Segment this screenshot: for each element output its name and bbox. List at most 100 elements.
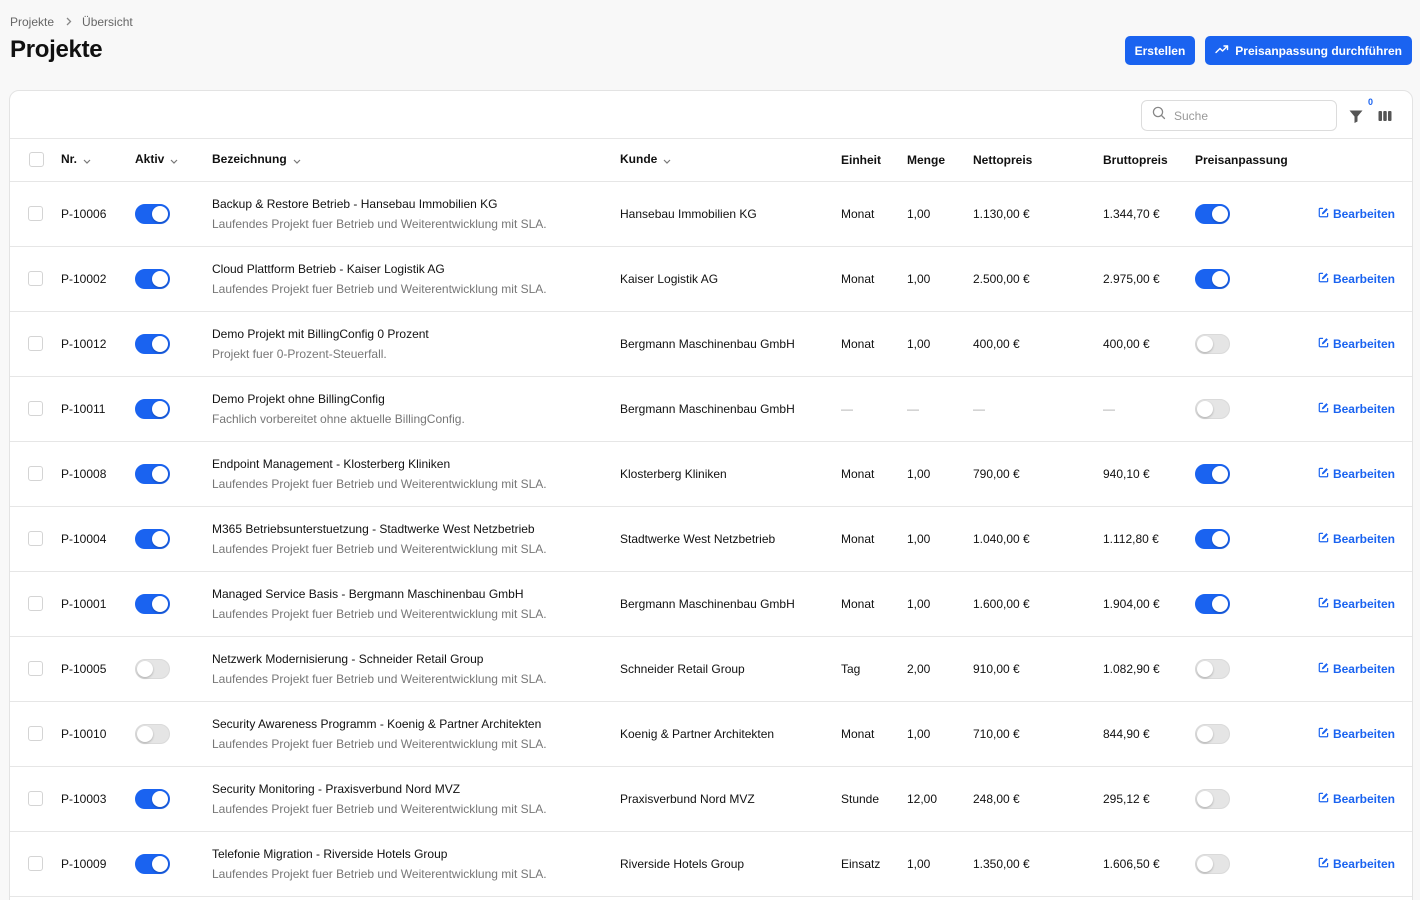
row-checkbox[interactable]: [28, 531, 43, 546]
preisanpassung-toggle[interactable]: [1195, 853, 1230, 874]
price-adjustment-button[interactable]: Preisanpassung durchführen: [1205, 36, 1412, 65]
search-input[interactable]: [1174, 108, 1324, 123]
row-checkbox[interactable]: [28, 401, 43, 416]
edit-button[interactable]: Bearbeiten: [1315, 467, 1412, 481]
edit-icon: [1318, 857, 1329, 871]
project-title: Netzwerk Modernisierung - Schneider Reta…: [212, 651, 484, 666]
project-number: P-10002: [61, 246, 135, 312]
column-header-nr[interactable]: Nr.: [61, 139, 135, 182]
table-row[interactable]: P-10012 Demo Projekt mit BillingConfig 0 …: [10, 311, 1412, 377]
preisanpassung-toggle[interactable]: [1195, 333, 1230, 354]
edit-button-label: Bearbeiten: [1332, 856, 1395, 871]
row-checkbox[interactable]: [28, 271, 43, 286]
edit-button[interactable]: Bearbeiten: [1315, 661, 1412, 676]
customer-name: Bergmann Maschinenbau GmbH: [620, 376, 841, 442]
project-number: P-10003: [61, 766, 135, 832]
select-all-checkbox[interactable]: [29, 152, 44, 168]
edit-button[interactable]: Bearbeiten: [1315, 596, 1412, 611]
row-checkbox[interactable]: [28, 661, 43, 676]
aktiv-toggle[interactable]: [135, 398, 170, 419]
breadcrumb-root[interactable]: Projekte: [10, 15, 54, 29]
edit-button[interactable]: Bearbeiten: [1315, 792, 1412, 806]
table-row[interactable]: P-10004 M365 Betriebsunterstuetzung - Sta…: [10, 506, 1412, 572]
table-row[interactable]: P-10011 Demo Projekt ohne BillingConfig Fa…: [10, 376, 1412, 442]
row-checkbox[interactable]: [28, 856, 43, 871]
table-row[interactable]: P-10001 Managed Service Basis - Bergmann …: [10, 571, 1412, 637]
aktiv-toggle[interactable]: [135, 723, 170, 744]
chevron-right-icon: [66, 14, 72, 29]
table-row[interactable]: P-10009 Telefonie Migration - Riverside H…: [10, 831, 1412, 897]
project-title: M365 Betriebsunterstuetzung - Stadtwerke…: [212, 521, 535, 536]
column-header-aktiv[interactable]: Aktiv: [135, 139, 212, 182]
aktiv-toggle[interactable]: [135, 658, 170, 679]
table-header-row: Nr. Aktiv Bezeichnung Kunde Einheit Meng…: [10, 139, 1412, 182]
aktiv-toggle[interactable]: [135, 853, 170, 874]
aktiv-toggle[interactable]: [135, 333, 170, 354]
aktiv-toggle[interactable]: [135, 593, 170, 614]
edit-button[interactable]: Bearbeiten: [1315, 402, 1412, 416]
quantity: 1,00: [907, 181, 973, 247]
row-checkbox[interactable]: [28, 206, 43, 221]
customer-name: Praxisverbund Nord MVZ: [620, 766, 841, 832]
aktiv-toggle[interactable]: [135, 268, 170, 289]
edit-button[interactable]: Bearbeiten: [1315, 337, 1412, 351]
gross-price: 400,00 €: [1103, 311, 1195, 377]
project-description: Laufendes Projekt fuer Betrieb und Weite…: [212, 541, 547, 556]
preisanpassung-toggle[interactable]: [1195, 788, 1230, 809]
trending-up-icon: [1215, 42, 1229, 59]
edit-button-label: Bearbeiten: [1332, 661, 1395, 676]
column-header-bezeichnung[interactable]: Bezeichnung: [212, 139, 620, 182]
table-row[interactable]: P-10006 Backup & Restore Betrieb - Hanseb…: [10, 181, 1412, 247]
edit-button[interactable]: Bearbeiten: [1315, 727, 1412, 741]
row-checkbox[interactable]: [28, 466, 43, 481]
row-checkbox[interactable]: [28, 726, 43, 741]
aktiv-toggle[interactable]: [135, 463, 170, 484]
search-box[interactable]: [1141, 100, 1337, 131]
gross-price: 2.975,00 €: [1103, 246, 1195, 312]
filter-icon[interactable]: [1348, 108, 1364, 124]
project-number: P-10005: [61, 636, 135, 702]
breadcrumb-current: Übersicht: [82, 14, 133, 29]
preisanpassung-toggle[interactable]: [1195, 593, 1230, 614]
column-header-kunde[interactable]: Kunde: [620, 139, 841, 182]
customer-name: Klosterberg Kliniken: [620, 441, 841, 507]
aktiv-toggle[interactable]: [135, 203, 170, 224]
project-description: Laufendes Projekt fuer Betrieb und Weite…: [212, 866, 547, 881]
table-row[interactable]: P-10010 Security Awareness Programm - Koe…: [10, 701, 1412, 767]
project-description: Laufendes Projekt fuer Betrieb und Weite…: [212, 216, 547, 231]
table-row[interactable]: P-10002 Cloud Plattform Betrieb - Kaiser …: [10, 246, 1412, 312]
create-button-label: Erstellen: [1134, 43, 1186, 58]
quantity: 1,00: [907, 311, 973, 377]
row-checkbox[interactable]: [28, 336, 43, 351]
create-button[interactable]: Erstellen: [1124, 36, 1196, 65]
edit-button[interactable]: Bearbeiten: [1315, 272, 1412, 286]
project-description: Laufendes Projekt fuer Betrieb und Weite…: [212, 671, 547, 686]
table-row[interactable]: P-10005 Netzwerk Modernisierung - Schneid…: [10, 636, 1412, 702]
columns-icon[interactable]: [1377, 108, 1393, 124]
table-row[interactable]: P-10003 Security Monitoring - Praxisverbu…: [10, 766, 1412, 832]
preisanpassung-toggle[interactable]: [1195, 463, 1230, 484]
edit-button[interactable]: Bearbeiten: [1315, 532, 1412, 546]
preisanpassung-toggle[interactable]: [1195, 203, 1230, 224]
row-checkbox[interactable]: [28, 596, 43, 611]
edit-button[interactable]: Bearbeiten: [1315, 856, 1412, 871]
search-icon: [1152, 106, 1166, 125]
preisanpassung-toggle[interactable]: [1195, 398, 1230, 419]
edit-button[interactable]: Bearbeiten: [1315, 207, 1412, 221]
preisanpassung-toggle[interactable]: [1195, 268, 1230, 289]
unit: Stunde: [841, 766, 907, 832]
customer-name: Stadtwerke West Netzbetrieb: [620, 506, 841, 572]
table-row[interactable]: P-10008 Endpoint Management - Klosterberg…: [10, 441, 1412, 507]
project-description: Laufendes Projekt fuer Betrieb und Weite…: [212, 801, 547, 816]
project-title: Security Monitoring - Praxisverbund Nord…: [212, 781, 461, 796]
preisanpassung-toggle[interactable]: [1195, 723, 1230, 744]
net-price: 1.040,00 €: [973, 506, 1103, 572]
row-checkbox[interactable]: [28, 791, 43, 806]
gross-price: 1.112,80 €: [1103, 506, 1195, 572]
aktiv-toggle[interactable]: [135, 788, 170, 809]
aktiv-toggle[interactable]: [135, 528, 170, 549]
preisanpassung-toggle[interactable]: [1195, 658, 1230, 679]
edit-button-label: Bearbeiten: [1332, 596, 1395, 611]
customer-name: Koenig & Partner Architekten: [620, 701, 841, 767]
preisanpassung-toggle[interactable]: [1195, 528, 1230, 549]
